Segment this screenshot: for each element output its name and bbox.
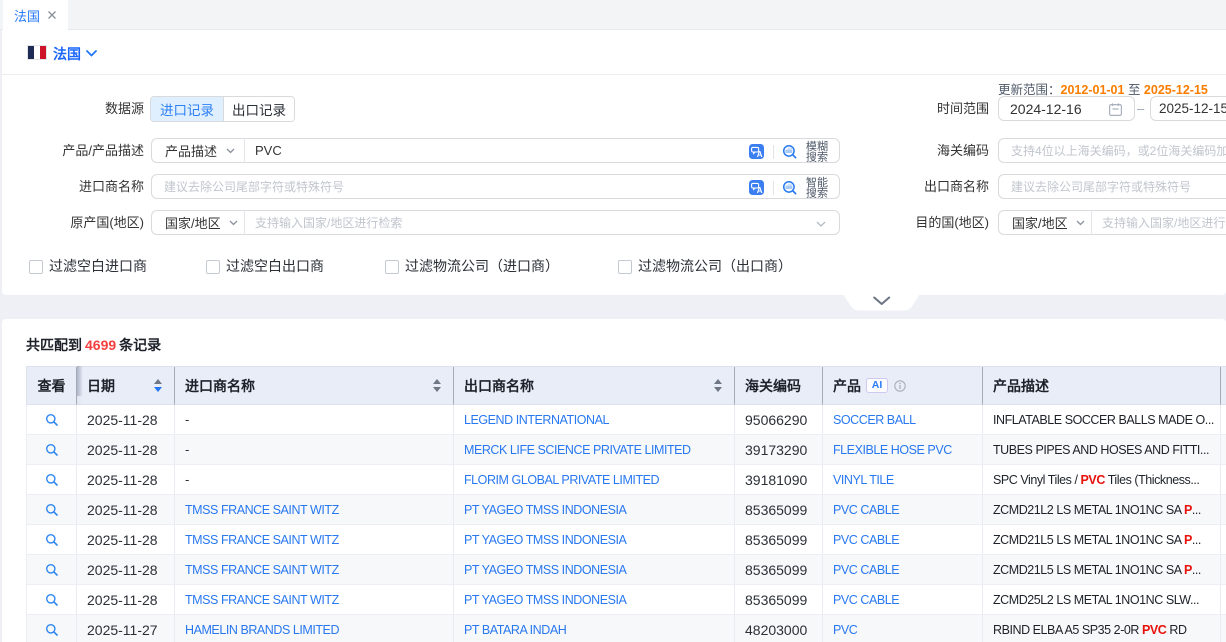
- svg-text:A: A: [757, 150, 763, 159]
- svg-text:A: A: [757, 186, 763, 195]
